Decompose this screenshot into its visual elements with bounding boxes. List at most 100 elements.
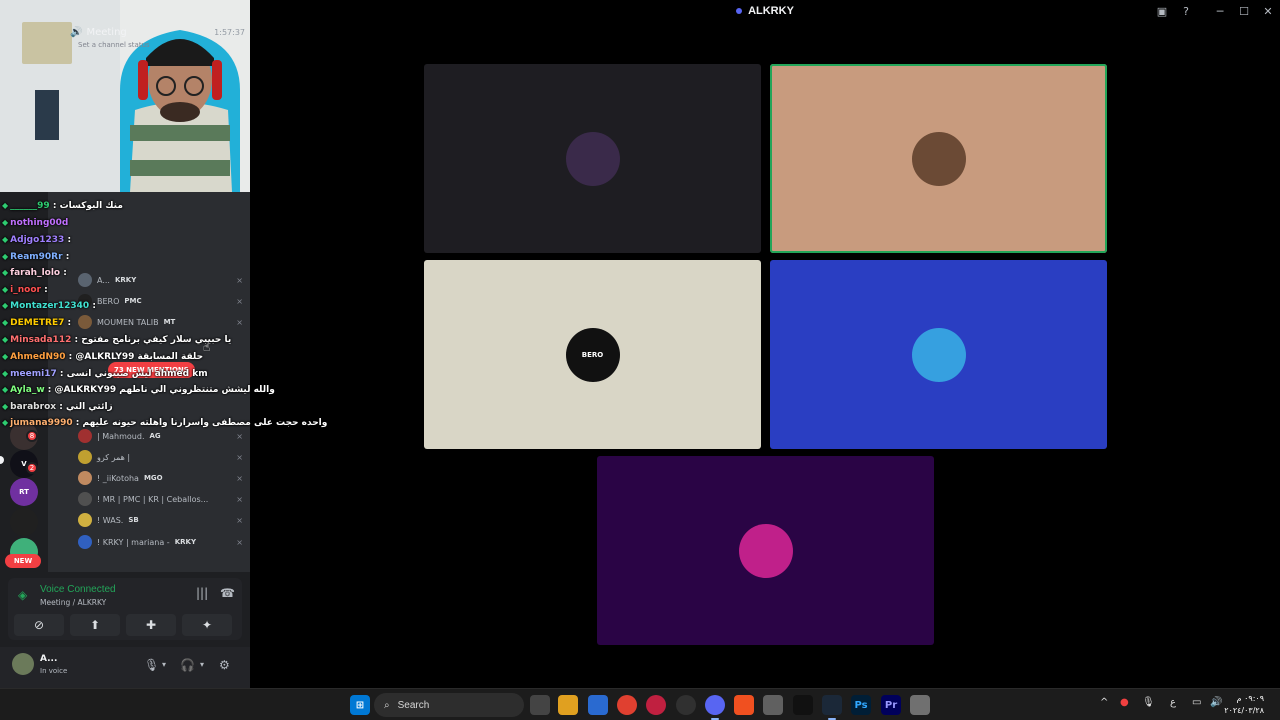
volume-icon[interactable]: 🔊 bbox=[1210, 697, 1222, 708]
steam-icon[interactable] bbox=[676, 695, 696, 715]
brave-icon[interactable] bbox=[734, 695, 754, 715]
chat-message: ◆ Montazer12340 : bbox=[2, 301, 96, 311]
inbox-icon[interactable]: ▣ bbox=[1150, 0, 1174, 22]
chat-username: AhmedN90 bbox=[10, 352, 66, 362]
minimize-button[interactable]: ─ bbox=[1208, 0, 1232, 22]
chat-message: ◆ i_noor : bbox=[2, 285, 48, 295]
participant-tile[interactable] bbox=[597, 456, 934, 645]
voice-member[interactable]: ! _iiKotoha MGO ⨯ bbox=[78, 469, 243, 487]
avatar bbox=[78, 471, 92, 485]
diamond-icon: ◆ bbox=[2, 418, 9, 427]
server-icon[interactable] bbox=[10, 508, 38, 536]
chat-text: : زائتي الني bbox=[59, 402, 113, 412]
capcut-icon[interactable] bbox=[793, 695, 813, 715]
camera-off-button[interactable]: ⊘ bbox=[14, 614, 64, 636]
member-tag: MT bbox=[163, 318, 176, 326]
voice-member[interactable]: همر كرو | ⨯ bbox=[78, 448, 243, 466]
search-label: Search bbox=[397, 699, 430, 711]
chat-text: : @ALKRKY99 والله ليشش متنتظروني الي ناط… bbox=[47, 385, 275, 395]
diamond-icon: ◆ bbox=[2, 301, 9, 310]
file-explorer-icon[interactable] bbox=[558, 695, 578, 715]
avatar bbox=[78, 429, 92, 443]
chat-message: ◆ barabrox : زائتي الني bbox=[2, 402, 113, 412]
chat-text: : bbox=[92, 301, 96, 311]
voice-member[interactable]: ! WAS. SB ⨯ bbox=[78, 511, 243, 529]
help-icon[interactable]: ? bbox=[1174, 0, 1198, 22]
noise-suppression-icon[interactable]: ||| bbox=[196, 586, 208, 600]
voice-member[interactable]: | Mahmoud. AG ⨯ bbox=[78, 427, 243, 445]
voice-member[interactable]: A... KRKY ⨯ bbox=[78, 271, 243, 289]
chat-message: ◆ Ayla_w : @ALKRKY99 والله ليشش متنتظروني… bbox=[2, 385, 275, 395]
channel-status-hint[interactable]: Set a channel status bbox=[78, 41, 150, 49]
language-indicator[interactable]: ع bbox=[1170, 697, 1176, 708]
user-name[interactable]: A... bbox=[40, 654, 57, 664]
start-button[interactable]: ⊞ bbox=[350, 695, 370, 715]
microphone-icon[interactable]: 🎙 bbox=[1142, 697, 1155, 708]
chat-text: : bbox=[63, 268, 67, 278]
headphones-icon[interactable]: 🎧 bbox=[180, 658, 195, 672]
chat-username: jumana9990 bbox=[10, 418, 73, 428]
voice-member[interactable]: ! MR | PMC | KR | Ceballos... ⨯ bbox=[78, 490, 243, 508]
server-icon[interactable]: RT bbox=[10, 478, 38, 506]
chat-message: ◆ Minsada112 : يا حبيبي سلار كيفي برنامج … bbox=[2, 335, 231, 345]
diamond-icon: ◆ bbox=[2, 252, 9, 261]
signal-icon[interactable]: ◈ bbox=[18, 588, 32, 602]
unread-badge: 8 bbox=[26, 430, 38, 442]
chat-message: ◆ Ream90Rr : bbox=[2, 252, 69, 262]
taskbar-clock[interactable]: ٠٩:٠٩ م ٢٠٢٤/٠٣/٢٨ bbox=[1224, 693, 1264, 717]
activities-button[interactable]: ✚ bbox=[126, 614, 176, 636]
task-view-icon[interactable] bbox=[530, 695, 550, 715]
chat-username: Ayla_w bbox=[10, 385, 45, 395]
screen: ALKRKY ▣ ? ─ ☐ ✕ BERO 8 V 2 RT NEW 🔊 Mee… bbox=[0, 0, 1280, 720]
gear-icon[interactable]: ⚙ bbox=[219, 658, 230, 672]
voice-member[interactable]: ! KRKY | mariana - KRKY ⨯ bbox=[78, 533, 243, 551]
deafened-icon: ⨯ bbox=[236, 275, 243, 285]
store-icon[interactable] bbox=[588, 695, 608, 715]
chat-username: Montazer12340 bbox=[10, 301, 90, 311]
diamond-icon: ◆ bbox=[2, 369, 9, 378]
member-name: ! WAS. bbox=[97, 515, 124, 525]
soundboard-button[interactable]: ✦ bbox=[182, 614, 232, 636]
chevron-down-icon[interactable]: ▾ bbox=[200, 660, 204, 669]
disconnect-icon[interactable]: ☎ bbox=[220, 586, 235, 600]
chrome-icon[interactable] bbox=[617, 695, 637, 715]
voice-channel-meeting[interactable]: 🔊 Meeting 1:57:37 bbox=[70, 23, 245, 41]
chat-text: : bbox=[65, 252, 70, 262]
app-icon[interactable] bbox=[763, 695, 783, 715]
voice-member[interactable]: MOUMEN TALIB MT ⨯ bbox=[78, 313, 243, 331]
close-button[interactable]: ✕ bbox=[1256, 0, 1280, 22]
voice-member[interactable]: BERO PMC ⨯ bbox=[78, 292, 243, 310]
chevron-down-icon[interactable]: ▾ bbox=[162, 660, 166, 669]
chat-username: Minsada112 bbox=[10, 335, 72, 345]
participant-tile[interactable] bbox=[770, 260, 1107, 449]
chat-text: : bbox=[44, 285, 48, 295]
participant-tile[interactable] bbox=[770, 64, 1107, 253]
network-icon[interactable]: ▭ bbox=[1192, 697, 1201, 708]
app-tray-icon[interactable]: ● bbox=[1120, 697, 1129, 708]
avatar-label: BERO bbox=[581, 350, 604, 359]
premiere-icon[interactable]: Pr bbox=[881, 695, 901, 715]
avatar[interactable] bbox=[12, 653, 34, 675]
app-icon[interactable] bbox=[646, 695, 666, 715]
member-name: | Mahmoud. bbox=[97, 431, 145, 441]
voice-channel-path[interactable]: Meeting / ALKRKY bbox=[40, 598, 106, 607]
discord-icon[interactable] bbox=[705, 695, 725, 715]
chevron-up-icon[interactable]: ^ bbox=[1100, 697, 1108, 708]
microphone-icon[interactable]: 🎙 bbox=[144, 658, 159, 672]
chat-message: ◆ DEMETRE7 : bbox=[2, 318, 71, 328]
photoshop-icon[interactable]: Ps bbox=[851, 695, 871, 715]
steam-icon[interactable] bbox=[822, 695, 842, 715]
screen-share-button[interactable]: ⬆ bbox=[70, 614, 120, 636]
new-servers-badge[interactable]: NEW bbox=[5, 554, 41, 568]
chat-username: i_noor bbox=[10, 285, 41, 295]
participant-avatar: BERO bbox=[565, 327, 620, 382]
chat-message: ◆ nothing00d bbox=[2, 218, 68, 228]
chat-message: ◆ AhmedN90 : @ALKRLY99 حلقة المسابقة bbox=[2, 352, 203, 362]
participant-tile[interactable] bbox=[424, 64, 761, 253]
user-panel: A... In voice 🎙 ▾ 🎧 ▾ ⚙ bbox=[0, 647, 250, 688]
taskbar-search[interactable]: ⌕ Search bbox=[374, 693, 524, 717]
participant-tile[interactable]: BERO bbox=[424, 260, 761, 449]
app-icon[interactable] bbox=[910, 695, 930, 715]
maximize-button[interactable]: ☐ bbox=[1232, 0, 1256, 22]
voice-status[interactable]: Voice Connected bbox=[40, 584, 116, 595]
